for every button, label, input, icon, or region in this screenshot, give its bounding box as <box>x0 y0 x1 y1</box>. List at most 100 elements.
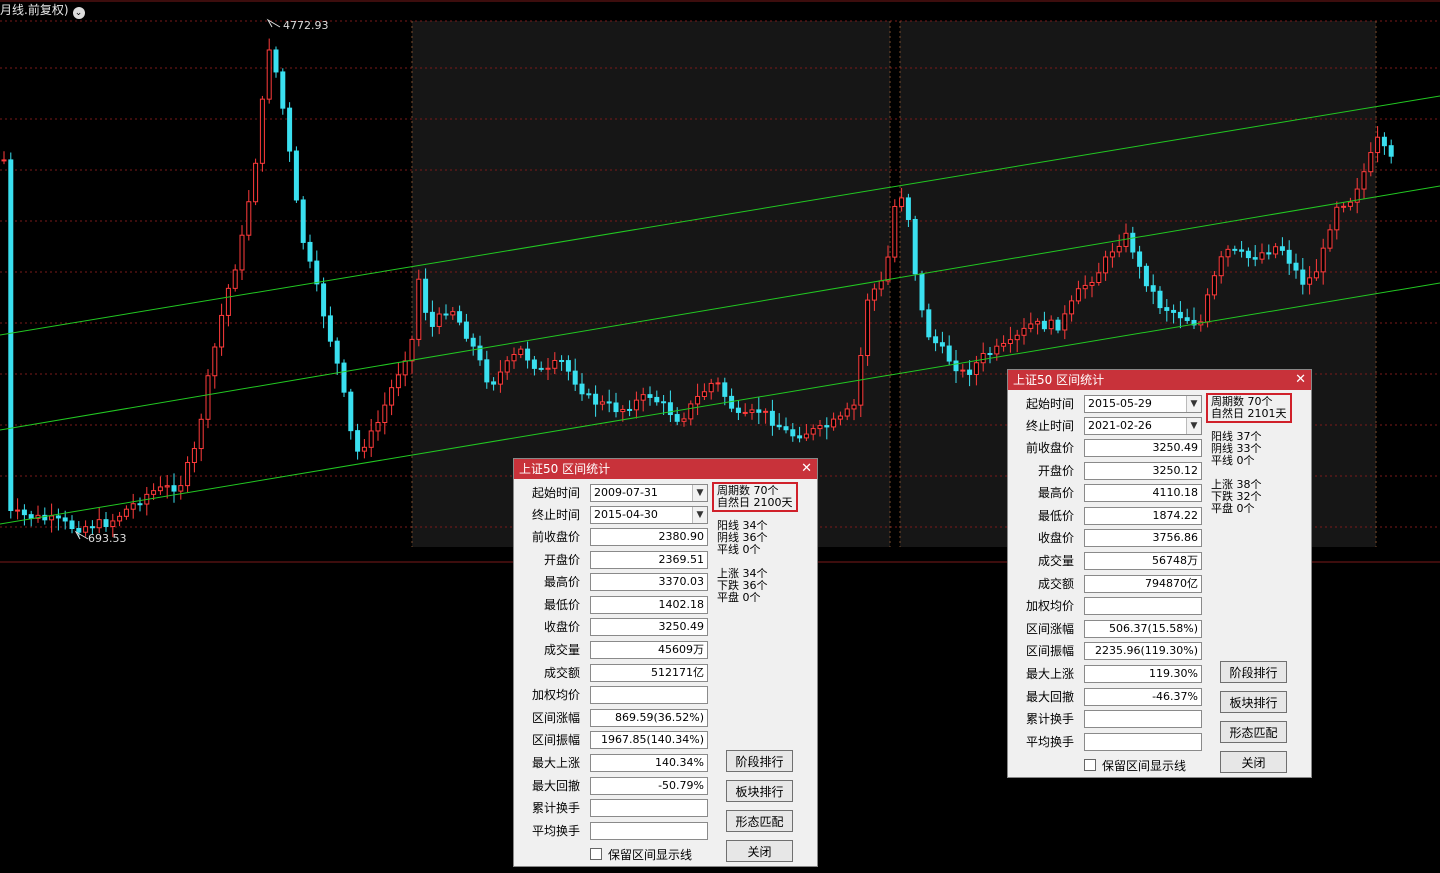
stat-value-field[interactable]: 512171亿 <box>590 663 708 682</box>
candle-down <box>987 353 993 356</box>
close-icon[interactable]: ✕ <box>1295 370 1306 390</box>
stat-row-label: 开盘价 <box>1008 461 1074 481</box>
candle-down <box>1279 246 1285 251</box>
dropdown-arrow-icon[interactable]: ▼ <box>692 507 707 523</box>
stat-value-field[interactable] <box>590 686 708 705</box>
stat-value-field[interactable]: 1874.22 <box>1084 506 1202 525</box>
candle-up <box>212 346 218 377</box>
stat-value-field[interactable]: 56748万 <box>1084 552 1202 570</box>
low-price-label: 693.53 <box>88 532 127 545</box>
stat-row-label: 区间振幅 <box>1008 641 1074 661</box>
dialog-button-3[interactable]: 关闭 <box>726 840 793 862</box>
stat-value-field[interactable] <box>1084 710 1202 729</box>
candle-down <box>769 410 775 426</box>
stat-value-field[interactable]: 794870亿 <box>1084 574 1202 593</box>
chart-title[interactable]: 月线.前复权) ⌄ <box>0 2 85 19</box>
period-summary-box: 周期数 70个 自然日 2100天 <box>712 482 798 512</box>
stat-value-field[interactable]: -46.37% <box>1084 687 1202 706</box>
stat-value-field[interactable] <box>1084 597 1202 616</box>
range-stats-dialog-2[interactable]: 上证50 区间统计 ✕ 起始时间 2015-05-29 ▼ 终止时间 2021-02-2… <box>1007 369 1312 778</box>
start-time-value: 2015-05-29 <box>1088 397 1152 410</box>
chevron-down-icon[interactable]: ⌄ <box>72 7 85 19</box>
candle-up <box>545 367 551 370</box>
candle-down <box>735 407 741 413</box>
stat-label: 开盘价 <box>543 552 580 567</box>
dialog-title-bar[interactable]: 上证50 区间统计 ✕ <box>514 459 817 479</box>
candle-up <box>1347 201 1353 207</box>
stat-label: 最大上涨 <box>1025 667 1074 681</box>
candle-down <box>797 435 803 439</box>
stat-value-field[interactable]: 2369.51 <box>590 550 708 569</box>
stat-value-field[interactable]: 3250.12 <box>1084 461 1202 480</box>
candle-down <box>967 369 973 375</box>
candle-down <box>525 348 531 361</box>
stat-label: 累计换手 <box>1025 712 1074 727</box>
stat-value-field[interactable]: 1967.85(140.34%) <box>590 731 708 750</box>
stat-value-field[interactable]: 119.30% <box>1084 665 1202 683</box>
stat-label: 加权均价 <box>1025 599 1074 614</box>
stat-value-field[interactable]: 3756.86 <box>1084 529 1202 548</box>
candle-up <box>742 411 748 414</box>
dialog-button-3[interactable]: 关闭 <box>1220 751 1287 773</box>
natural-days: 自然日 2101天 <box>1211 407 1287 420</box>
stat-value-field[interactable]: 140.34% <box>590 754 708 772</box>
stat-label: 最高价 <box>543 575 580 590</box>
candle-up <box>96 519 102 529</box>
start-time-select[interactable]: 2009-07-31 ▼ <box>590 484 708 502</box>
dialog-button-0[interactable]: 阶段排行 <box>1220 661 1287 683</box>
stat-value-field[interactable]: 3250.49 <box>1084 439 1202 457</box>
candle-down <box>327 315 333 342</box>
candle-up <box>1028 323 1034 329</box>
candle-down <box>334 340 340 364</box>
stat-row-label: 成交量 <box>514 640 580 660</box>
candle-down <box>1245 250 1251 259</box>
candle-up <box>831 418 837 428</box>
stat-value-field[interactable]: 869.59(36.52%) <box>590 708 708 727</box>
candle-up <box>960 369 966 372</box>
stat-row-label: 收盘价 <box>514 617 580 637</box>
candle-down <box>1381 136 1387 147</box>
stat-value-field[interactable] <box>1084 732 1202 751</box>
candle-up <box>1218 256 1224 277</box>
range-stats-dialog-1[interactable]: 上证50 区间统计 ✕ 起始时间 2009-07-31 ▼ 终止时间 2015-04-3… <box>513 458 818 867</box>
stat-row-label: 平均换手 <box>1008 732 1074 752</box>
dialog-button-0[interactable]: 阶段排行 <box>726 750 793 772</box>
stat-value-field[interactable] <box>590 799 708 818</box>
stat-value-field[interactable]: 4110.18 <box>1084 484 1202 503</box>
candle-up <box>205 375 211 420</box>
stat-value-field[interactable] <box>590 821 708 840</box>
stat-value: 45609万 <box>658 643 704 656</box>
dialog-button-1[interactable]: 板块排行 <box>726 780 793 802</box>
stat-value-field[interactable]: 45609万 <box>590 641 708 659</box>
checkbox-icon[interactable] <box>1084 759 1096 771</box>
stat-value-field[interactable]: 3370.03 <box>590 573 708 592</box>
keep-range-lines-checkbox[interactable]: 保留区间显示线 <box>1084 759 1186 773</box>
candle-up <box>552 359 558 369</box>
candle-up <box>518 348 524 356</box>
stat-value-field[interactable]: 2235.96(119.30%) <box>1084 642 1202 661</box>
dropdown-arrow-icon[interactable]: ▼ <box>692 485 707 501</box>
checkbox-icon[interactable] <box>590 848 602 860</box>
start-time-row: 起始时间 <box>514 483 580 503</box>
stat-value-field[interactable]: 1402.18 <box>590 595 708 614</box>
stat-row-label: 累计换手 <box>514 798 580 818</box>
dropdown-arrow-icon[interactable]: ▼ <box>1186 396 1201 412</box>
stat-value-field[interactable]: 3250.49 <box>590 618 708 637</box>
stat-value: 2369.51 <box>658 552 705 566</box>
start-time-select[interactable]: 2015-05-29 ▼ <box>1084 395 1202 413</box>
stat-value: 119.30% <box>1149 667 1198 680</box>
dialog-button-2[interactable]: 形态匹配 <box>726 810 793 832</box>
dropdown-arrow-icon[interactable]: ▼ <box>1186 418 1201 434</box>
stat-value-field[interactable]: -50.79% <box>590 776 708 795</box>
stat-value-field[interactable]: 506.37(15.58%) <box>1084 619 1202 638</box>
end-time-select[interactable]: 2015-04-30 ▼ <box>590 506 708 524</box>
close-icon[interactable]: ✕ <box>801 459 812 479</box>
dialog-title-bar[interactable]: 上证50 区间统计 ✕ <box>1008 370 1311 390</box>
end-time-select[interactable]: 2021-02-26 ▼ <box>1084 417 1202 435</box>
keep-range-lines-checkbox[interactable]: 保留区间显示线 <box>590 848 692 862</box>
candle-up <box>1273 246 1279 255</box>
dialog-button-1[interactable]: 板块排行 <box>1220 691 1287 713</box>
dialog-button-2[interactable]: 形态匹配 <box>1220 721 1287 743</box>
start-time-row: 起始时间 <box>1008 394 1074 414</box>
stat-value-field[interactable]: 2380.90 <box>590 528 708 546</box>
